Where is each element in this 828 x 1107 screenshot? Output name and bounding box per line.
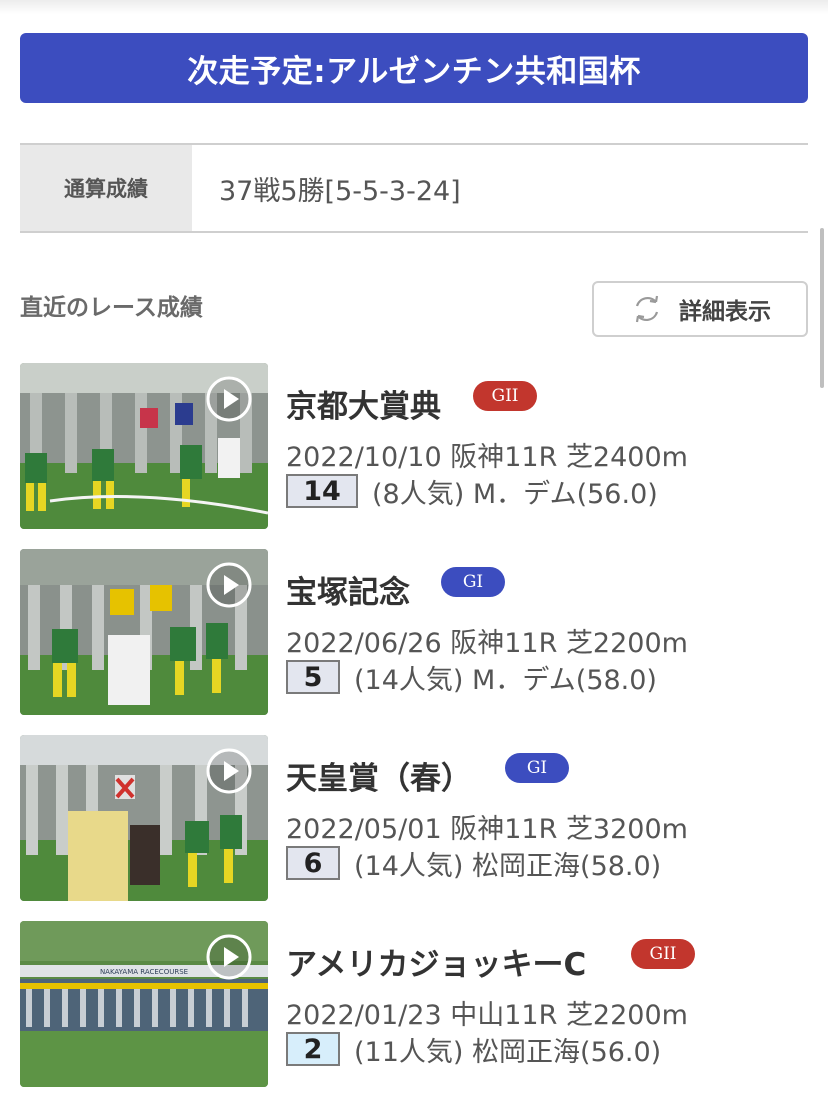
grade-badge: GII — [631, 939, 695, 969]
race-venue: 阪神11R — [450, 814, 558, 845]
popularity: (8人気) — [372, 478, 465, 510]
next-race-label: 次走予定:アルゼンチン共和国杯 — [187, 53, 641, 90]
play-icon[interactable] — [205, 375, 253, 423]
race-date: 2022/10/10 — [286, 442, 442, 473]
race-result: 2 (11人気) 松岡正海(56.0) — [286, 1031, 662, 1068]
race-video-thumbnail[interactable]: NAKAYAMA RACECOURSE — [20, 921, 268, 1087]
race-name[interactable]: アメリカジョッキーC — [286, 939, 586, 984]
career-record-value: 37戦5勝[5-5-3-24] — [219, 175, 461, 207]
finish-position: 14 — [286, 474, 358, 508]
race-date: 2022/05/01 — [286, 814, 442, 845]
race-date: 2022/06/26 — [286, 628, 442, 659]
race-item[interactable]: 京都大賞典 GII 2022/10/10 阪神11R 芝2400m 14 (8人… — [20, 363, 810, 549]
race-item[interactable]: 天皇賞（春） GI 2022/05/01 阪神11R 芝3200m 6 (14人… — [20, 735, 810, 921]
jockey-weight: M．デム(58.0) — [472, 664, 657, 696]
popularity: (14人気) — [354, 664, 464, 696]
race-date: 2022/01/23 — [286, 1000, 442, 1031]
recent-race-list: 京都大賞典 GII 2022/10/10 阪神11R 芝2400m 14 (8人… — [20, 363, 810, 1107]
race-video-thumbnail[interactable] — [20, 549, 268, 715]
play-icon[interactable] — [205, 933, 253, 981]
scrollbar[interactable] — [820, 228, 824, 388]
race-name[interactable]: 京都大賞典 — [286, 381, 441, 426]
race-info: 2022/06/26 阪神11R 芝2200m — [286, 621, 688, 660]
grade-badge: GII — [473, 381, 537, 411]
race-video-thumbnail[interactable] — [20, 735, 268, 901]
race-venue: 阪神11R — [450, 442, 558, 473]
race-video-thumbnail[interactable] — [20, 363, 268, 529]
race-info: 2022/10/10 阪神11R 芝2400m — [286, 435, 688, 474]
finish-position: 6 — [286, 846, 340, 880]
race-course: 芝3200m — [565, 814, 688, 845]
race-result: 6 (14人気) 松岡正海(58.0) — [286, 845, 662, 882]
race-venue: 阪神11R — [450, 628, 558, 659]
career-record-label: 通算成績 — [20, 145, 192, 231]
play-icon[interactable] — [205, 561, 253, 609]
grade-badge: GI — [441, 567, 505, 597]
grade-badge: GI — [505, 753, 569, 783]
jockey-weight: 松岡正海(58.0) — [472, 850, 662, 882]
race-course: 芝2400m — [565, 442, 688, 473]
detail-view-label: 詳細表示 — [679, 299, 771, 325]
race-course: 芝2200m — [565, 1000, 688, 1031]
jockey-weight: 松岡正海(56.0) — [472, 1036, 662, 1068]
race-info: 2022/05/01 阪神11R 芝3200m — [286, 807, 688, 846]
race-name[interactable]: 天皇賞（春） — [286, 753, 472, 798]
recent-races-title: 直近のレース成績 — [20, 295, 203, 321]
play-icon[interactable] — [205, 747, 253, 795]
racecourse-banner-text: NAKAYAMA RACECOURSE — [100, 968, 188, 976]
race-course: 芝2200m — [565, 628, 688, 659]
career-record-row: 通算成績 37戦5勝[5-5-3-24] — [20, 143, 808, 233]
race-venue: 中山11R — [450, 1000, 558, 1031]
race-item[interactable]: NAKAYAMA RACECOURSE アメリカジョッキーC GII 2022/… — [20, 921, 810, 1107]
race-result: 14 (8人気) M．デム(56.0) — [286, 473, 658, 510]
race-item[interactable]: 宝塚記念 GI 2022/06/26 阪神11R 芝2200m 5 (14人気)… — [20, 549, 810, 735]
popularity: (14人気) — [354, 850, 464, 882]
jockey-weight: M．デム(56.0) — [472, 478, 658, 510]
refresh-icon — [635, 295, 659, 323]
popularity: (11人気) — [354, 1036, 464, 1068]
finish-position: 5 — [286, 660, 340, 694]
next-race-banner[interactable]: 次走予定:アルゼンチン共和国杯 — [20, 33, 808, 103]
race-info: 2022/01/23 中山11R 芝2200m — [286, 993, 688, 1032]
detail-view-button[interactable]: 詳細表示 — [592, 281, 808, 337]
top-shadow — [0, 0, 828, 14]
race-result: 5 (14人気) M．デム(58.0) — [286, 659, 657, 696]
race-name[interactable]: 宝塚記念 — [286, 567, 410, 612]
finish-position: 2 — [286, 1032, 340, 1066]
